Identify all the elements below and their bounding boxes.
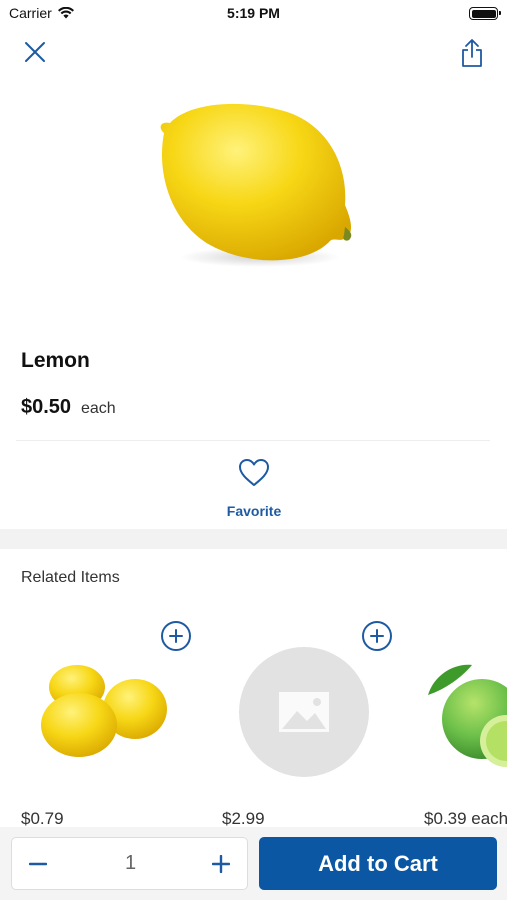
plus-icon: [169, 629, 183, 643]
status-time: 5:19 PM: [227, 5, 280, 21]
plus-icon: [212, 855, 230, 873]
product-name: Lemon: [21, 349, 90, 372]
add-to-cart-button[interactable]: Add to Cart: [259, 837, 497, 890]
minus-icon: [29, 862, 47, 866]
plus-icon: [370, 629, 384, 643]
related-item-price: $2.99: [222, 809, 265, 828]
product-unit: each: [81, 400, 116, 417]
favorite-label: Favorite: [226, 503, 282, 519]
increment-button[interactable]: [207, 850, 235, 878]
add-related-button[interactable]: [161, 621, 191, 651]
related-items-title: Related Items: [21, 569, 120, 586]
close-button[interactable]: [20, 37, 50, 67]
close-icon: [25, 42, 45, 62]
lemon-image: [160, 103, 352, 267]
image-placeholder-icon: [239, 647, 369, 777]
share-button[interactable]: [457, 36, 487, 70]
quantity-value[interactable]: 1: [72, 852, 189, 875]
product-image: [150, 95, 360, 273]
favorite-button[interactable]: Favorite: [203, 455, 305, 521]
quantity-stepper: 1: [11, 837, 248, 890]
share-icon: [462, 39, 482, 67]
lemons-image: [41, 665, 167, 757]
related-item-price: $0.79: [21, 809, 64, 828]
heart-icon: [239, 459, 269, 486]
decrement-button[interactable]: [24, 850, 52, 878]
related-item[interactable]: $2.99: [222, 617, 404, 832]
related-item-price: $0.39 each: [424, 809, 507, 828]
section-separator: [0, 529, 507, 549]
limes-image: [428, 664, 507, 767]
cart-bar: 1 Add to Cart: [0, 827, 507, 900]
divider: [16, 440, 490, 441]
status-bar: Carrier 5:19 PM: [0, 0, 507, 28]
related-item[interactable]: $0.39 each: [424, 617, 507, 832]
battery-icon: [469, 7, 501, 20]
product-price: $0.50: [21, 396, 72, 418]
related-item[interactable]: $0.79: [21, 617, 203, 832]
